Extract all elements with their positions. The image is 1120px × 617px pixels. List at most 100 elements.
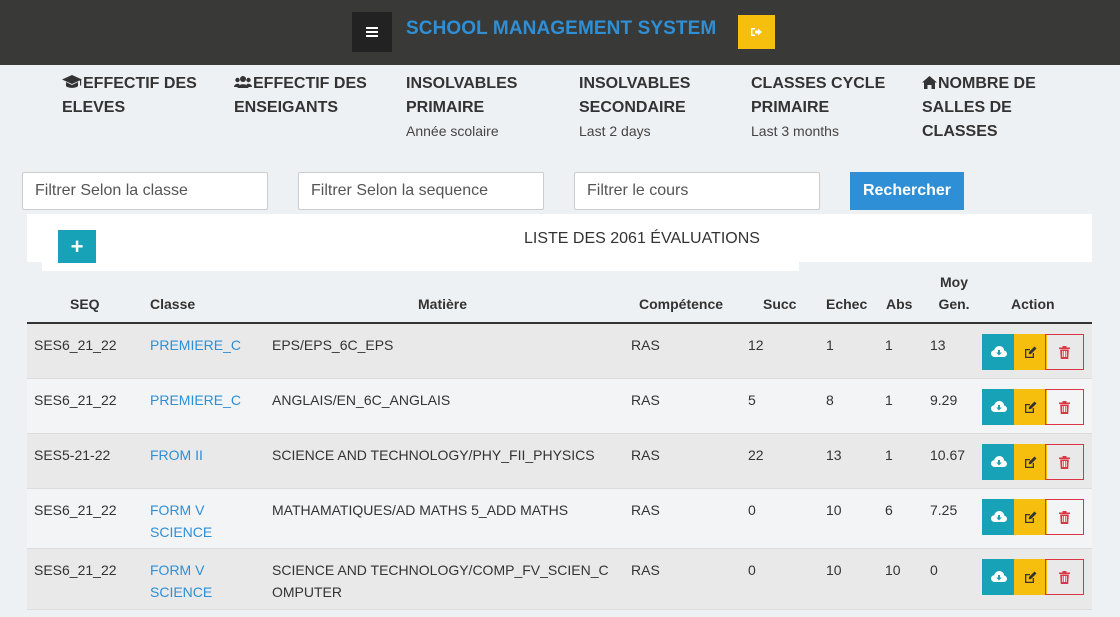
cell-echec: 13 [826,447,842,463]
cell-moy: 9.29 [930,392,958,408]
cell-matiere: SCIENCE AND TECHNOLOGY/PHY_FII_PHYSICS [272,447,595,463]
table-row: SES6_21_22 FORM V SCIENCE MATHAMATIQUES/… [27,489,1092,549]
edit-button[interactable] [1014,499,1047,535]
app-title: SCHOOL MANAGEMENT SYSTEM [406,18,717,39]
cell-succ: 0 [748,502,756,518]
cell-competence: RAS [631,562,660,578]
cloud-download-icon [990,456,1007,467]
cell-moy: 10.67 [930,447,966,463]
cell-moy: 7.25 [930,502,958,518]
table-row: SES5-21-22 FROM II SCIENCE AND TECHNOLOG… [27,434,1092,489]
trash-icon [1059,455,1070,469]
col-header-classe: Classe [150,296,196,312]
search-button[interactable]: Rechercher [850,172,964,210]
delete-button[interactable] [1045,444,1084,480]
cell-seq: SES6_21_22 [34,337,117,353]
list-header-strip [42,262,799,271]
cell-competence: RAS [631,392,660,408]
stat-label: EFFECTIF DES ELEVES [62,75,197,116]
cell-echec: 10 [826,502,842,518]
edit-icon [1025,571,1037,583]
users-icon [234,76,252,88]
cell-competence: RAS [631,447,660,463]
filter-cours-input[interactable] [574,172,820,210]
cell-matiere: SCIENCE AND TECHNOLOGY/COMP_FV_SCIEN_COM… [272,562,609,600]
logout-button[interactable] [738,15,775,49]
cell-abs: 1 [885,447,893,463]
stat-label: INSOLVABLES SECONDAIRE [579,75,691,116]
download-button[interactable] [982,499,1015,535]
stat-effectif-enseignants: EFFECTIF DES ENSEIGANTS [234,72,384,120]
stat-label: CLASSES CYCLE PRIMAIRE [751,75,886,116]
cell-classe-link[interactable]: FORM V SCIENCE [150,499,230,543]
delete-button[interactable] [1045,559,1084,595]
cell-echec: 8 [826,392,834,408]
cell-classe-link[interactable]: PREMIERE_C [150,334,260,356]
stat-sublabel: Last 2 days [579,123,651,139]
stat-label: INSOLVABLES PRIMAIRE [406,75,518,116]
sign-out-icon [751,28,762,36]
stat-effectif-eleves: EFFECTIF DES ELEVES [62,72,212,120]
cell-matiere: EPS/EPS_6C_EPS [272,337,394,353]
cell-echec: 10 [826,562,842,578]
graduation-cap-icon [62,75,82,88]
col-header-matiere: Matière [418,296,468,312]
cell-classe-link[interactable]: PREMIERE_C [150,389,260,411]
cloud-download-icon [990,346,1007,357]
cloud-download-icon [990,401,1007,412]
col-header-echec: Echec [826,296,868,312]
filter-classe-input[interactable] [22,172,268,210]
edit-button[interactable] [1014,334,1047,370]
edit-icon [1025,401,1037,413]
download-button[interactable] [982,444,1015,480]
stat-label: EFFECTIF DES ENSEIGANTS [234,75,367,116]
edit-button[interactable] [1014,559,1047,595]
filter-sequence-input[interactable] [298,172,544,210]
trash-icon [1059,400,1070,414]
col-header-abs: Abs [886,296,913,312]
stat-insolvables-primaire: INSOLVABLES PRIMAIRE Année scolaire [406,72,546,141]
cell-succ: 0 [748,562,756,578]
download-button[interactable] [982,389,1015,425]
stat-insolvables-secondaire: INSOLVABLES SECONDAIRE Last 2 days [579,72,719,141]
cloud-download-icon [990,571,1007,582]
download-button[interactable] [982,334,1015,370]
cell-moy: 13 [930,337,946,353]
cloud-download-icon [990,511,1007,522]
menu-toggle-button[interactable] [352,12,392,52]
cell-succ: 22 [748,447,764,463]
stat-nombre-salles: NOMBRE DE SALLES DE CLASSES [922,72,1050,144]
cell-succ: 12 [748,337,764,353]
home-icon [922,76,937,89]
cell-seq: SES6_21_22 [34,562,117,578]
stat-sublabel: Last 3 months [751,123,839,139]
trash-icon [1059,510,1070,524]
col-header-seq: SEQ [70,296,100,312]
edit-icon [1025,456,1037,468]
cell-succ: 5 [748,392,756,408]
edit-icon [1025,346,1037,358]
cell-abs: 1 [885,337,893,353]
edit-button[interactable] [1014,444,1047,480]
table-row: SES6_21_22 FORM V SCIENCE SCIENCE AND TE… [27,549,1092,610]
cell-seq: SES6_21_22 [34,502,117,518]
trash-icon [1059,345,1070,359]
cell-moy: 0 [930,562,938,578]
top-navbar: SCHOOL MANAGEMENT SYSTEM [0,0,1120,65]
cell-abs: 6 [885,502,893,518]
edit-button[interactable] [1014,389,1047,425]
col-header-succ: Succ [763,296,797,312]
delete-button[interactable] [1045,389,1084,425]
cell-classe-link[interactable]: FROM II [150,444,260,466]
col-header-moy: Moy Gen. [938,274,970,312]
delete-button[interactable] [1045,334,1084,370]
cell-seq: SES6_21_22 [34,392,117,408]
cell-competence: RAS [631,337,660,353]
stat-sublabel: Année scolaire [406,123,499,139]
delete-button[interactable] [1045,499,1084,535]
cell-classe-link[interactable]: FORM V SCIENCE [150,559,230,603]
add-evaluation-button[interactable]: + [58,230,96,263]
download-button[interactable] [982,559,1015,595]
cell-seq: SES5-21-22 [34,447,111,463]
list-title: LISTE DES 2061 ÉVALUATIONS [524,230,760,247]
